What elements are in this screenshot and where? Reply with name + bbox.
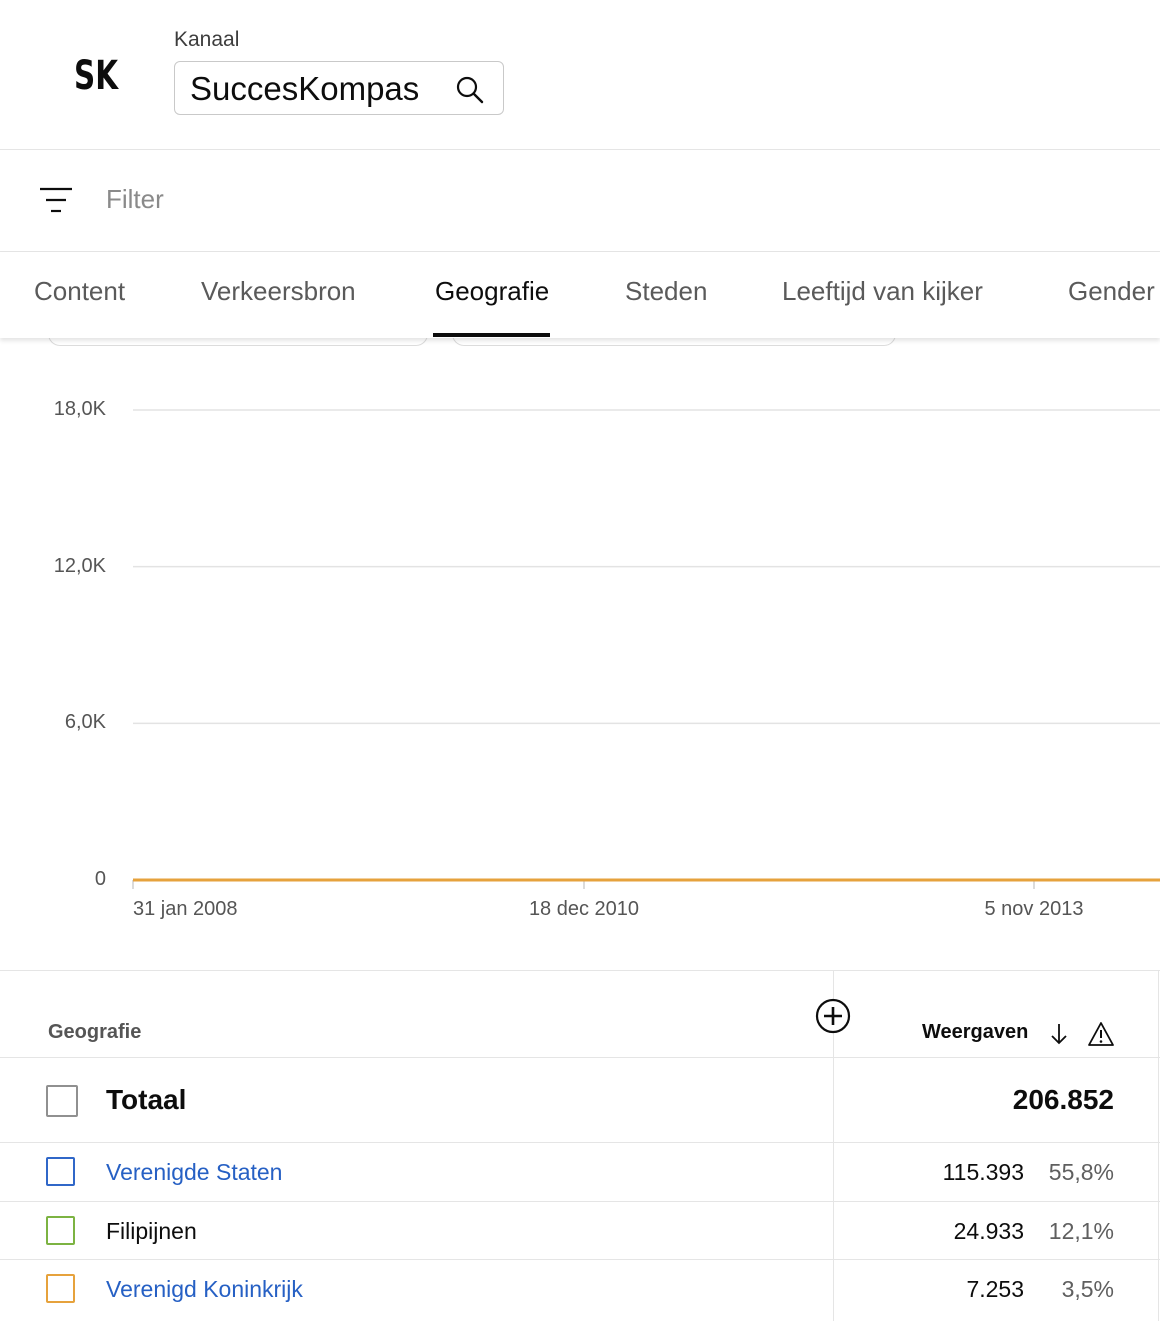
views-chart: 18,0K 12,0K 6,0K 0 31 jan 2008 18 dec 2010 5 n… (0, 338, 1160, 970)
column-header-weergaven[interactable]: Weergaven (922, 1021, 1028, 1044)
x-axis-tick-label: 5 nov 2013 (984, 898, 1084, 920)
channel-picker[interactable]: SuccesKompas (174, 61, 504, 115)
active-tab-indicator (433, 333, 550, 337)
filter-bar: Filter (0, 150, 1160, 252)
row-checkbox[interactable] (46, 1157, 75, 1186)
geography-table: Geografie Weergaven Totaal 206.852 Veren… (0, 970, 1160, 1321)
table-row: Verenigd Koninkrijk 7.253 3,5% (0, 1260, 1160, 1321)
y-axis-tick-label: 0 (94, 868, 106, 890)
total-checkbox[interactable] (46, 1085, 78, 1117)
dimension-tabs: Content Verkeersbron Geografie Steden Le… (0, 252, 1160, 338)
total-value: 206.852 (1012, 1084, 1114, 1115)
total-label: Totaal (106, 1084, 187, 1115)
channel-label: Kanaal (174, 28, 240, 51)
country-name: Filipijnen (106, 1218, 197, 1244)
filter-input[interactable]: Filter (106, 184, 164, 215)
y-axis-tick-label: 18,0K (53, 398, 106, 420)
tab-geografie[interactable]: Geografie (435, 276, 549, 307)
sort-descending-icon[interactable] (1049, 1022, 1069, 1046)
views-percentage: 55,8% (1048, 1159, 1114, 1185)
x-axis-tick-label: 18 dec 2010 (528, 898, 640, 920)
add-column-icon[interactable] (815, 998, 851, 1034)
row-checkbox[interactable] (46, 1216, 75, 1245)
y-axis-tick-label: 6,0K (64, 711, 106, 734)
y-axis-tick-label: 12,0K (53, 554, 106, 577)
country-link[interactable]: Verenigde Staten (106, 1159, 282, 1186)
channel-header: SK Kanaal SuccesKompas (0, 0, 1160, 150)
views-percentage: 3,5% (1061, 1276, 1114, 1302)
channel-logo: SK (74, 53, 119, 96)
views-percentage: 12,1% (1048, 1218, 1114, 1244)
tab-steden[interactable]: Steden (625, 276, 707, 307)
channel-name: SuccesKompas (190, 70, 420, 107)
chart-plot (132, 409, 1160, 889)
tab-gender[interactable]: Gender (1068, 276, 1155, 307)
filter-icon[interactable] (38, 186, 74, 214)
views-value: 24.933 (953, 1218, 1024, 1244)
views-value: 115.393 (942, 1159, 1024, 1185)
column-header-geografie: Geografie (48, 1021, 142, 1043)
views-value: 7.253 (966, 1276, 1024, 1302)
tab-verkeersbron[interactable]: Verkeersbron (201, 276, 356, 307)
tab-leeftijd-van-kijker[interactable]: Leeftijd van kijker (782, 276, 983, 307)
search-icon[interactable] (455, 75, 485, 105)
table-row-total: Totaal 206.852 (0, 1058, 1160, 1143)
warning-icon[interactable] (1087, 1021, 1115, 1047)
table-row: Verenigde Staten 115.393 55,8% (0, 1143, 1160, 1202)
tab-content[interactable]: Content (34, 276, 125, 307)
x-axis-tick-label: 31 jan 2008 (133, 898, 238, 920)
country-link[interactable]: Verenigd Koninkrijk (106, 1276, 303, 1303)
table-row: Filipijnen 24.933 12,1% (0, 1202, 1160, 1260)
row-checkbox[interactable] (46, 1274, 75, 1303)
logo-text: SK (74, 53, 119, 96)
